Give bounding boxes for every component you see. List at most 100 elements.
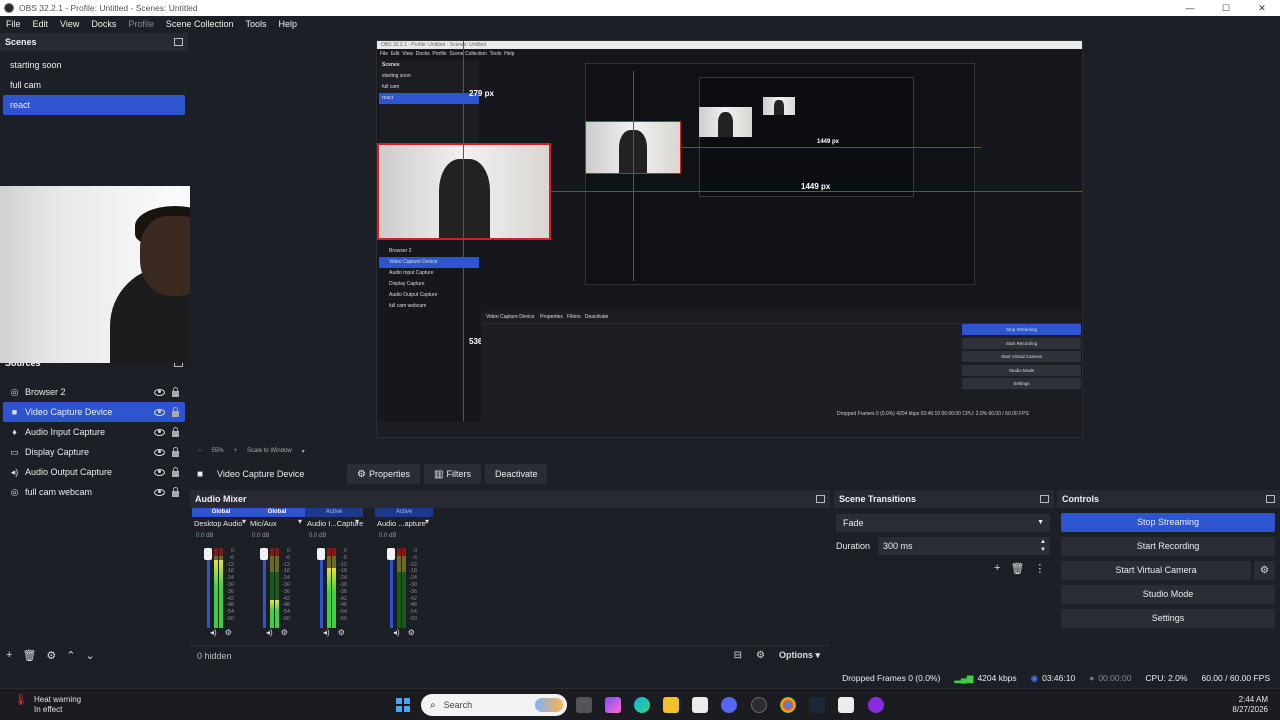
filters-button[interactable]: ▥ Filters <box>424 464 481 484</box>
volume-fader-handle[interactable] <box>204 548 212 560</box>
source-item-full-cam-webcam[interactable]: ◎ full cam webcam <box>3 482 185 502</box>
menu-help[interactable]: Help <box>272 19 303 29</box>
channel-settings-gear-icon[interactable]: ⚙ <box>281 628 288 637</box>
clock-app-icon[interactable] <box>751 697 767 713</box>
menu-view[interactable]: View <box>54 19 85 29</box>
menu-tools[interactable]: Tools <box>239 19 272 29</box>
lock-icon[interactable] <box>172 486 179 497</box>
lock-icon[interactable] <box>172 386 179 397</box>
volume-fader-handle[interactable] <box>387 548 395 560</box>
properties-button[interactable]: ⚙ Properties <box>347 464 420 484</box>
volume-fader-track[interactable] <box>207 548 210 628</box>
volume-fader-handle[interactable] <box>317 548 325 560</box>
lock-icon[interactable] <box>172 466 179 477</box>
lock-icon[interactable] <box>172 426 179 437</box>
mute-speaker-icon[interactable]: ◂) <box>210 628 217 637</box>
trash-icon[interactable]: 🗑 <box>1010 562 1024 575</box>
settings-button[interactable]: Settings <box>1061 609 1275 628</box>
volume-fader-track[interactable] <box>320 548 323 628</box>
add-icon[interactable]: + <box>994 562 1000 575</box>
move-up-icon[interactable]: ⌃ <box>66 649 75 662</box>
start-recording-button[interactable]: Start Recording <box>1061 537 1275 556</box>
menu-scene-collection[interactable]: Scene Collection <box>160 19 240 29</box>
chrome-icon[interactable] <box>780 697 796 713</box>
gear-icon[interactable]: ⚙ <box>46 649 56 662</box>
visibility-eye-icon[interactable] <box>154 408 165 416</box>
chevron-down-icon[interactable]: ▾ <box>425 517 429 526</box>
undock-icon[interactable] <box>1040 495 1049 503</box>
move-down-icon[interactable]: ⌄ <box>86 649 95 662</box>
source-item-audio-output-capture[interactable]: ◂) Audio Output Capture <box>3 462 185 482</box>
undock-icon[interactable] <box>1266 495 1275 503</box>
store-icon[interactable] <box>692 697 708 713</box>
chevron-down-icon[interactable]: ▾ <box>242 517 246 526</box>
layout-toggle-icon[interactable]: ⊟ <box>734 650 742 661</box>
trash-icon[interactable]: 🗑 <box>22 649 36 662</box>
lock-icon[interactable] <box>172 406 179 417</box>
windows-start-icon[interactable] <box>396 698 410 712</box>
mute-speaker-icon[interactable]: ◂) <box>266 628 273 637</box>
visibility-eye-icon[interactable] <box>154 468 165 476</box>
heat-warning-widget[interactable]: 🌡 Heat warning In effect <box>14 695 81 715</box>
studio-mode-button[interactable]: Studio Mode <box>1061 585 1275 604</box>
nested-webcam-selected[interactable] <box>377 143 551 240</box>
edge-icon[interactable] <box>634 697 650 713</box>
visibility-eye-icon[interactable] <box>154 428 165 436</box>
scene-item-full-cam[interactable]: full cam <box>3 75 185 95</box>
steam-icon[interactable] <box>809 697 825 713</box>
scene-item-starting-soon[interactable]: starting soon <box>3 55 185 75</box>
source-item-display-capture[interactable]: ▭ Display Capture <box>3 442 185 462</box>
virtual-camera-settings-gear-icon[interactable]: ⚙ <box>1254 561 1275 580</box>
menu-docks[interactable]: Docks <box>85 19 122 29</box>
scene-item-react[interactable]: react <box>3 95 185 115</box>
more-vertical-icon[interactable]: ⋮ <box>1034 562 1045 575</box>
obs-taskbar-icon[interactable] <box>868 697 884 713</box>
scale-mode-select[interactable]: Scale to Window <box>247 448 292 454</box>
volume-fader-track[interactable] <box>390 548 393 628</box>
maximize-button[interactable]: ☐ <box>1208 0 1244 16</box>
mixer-options-button[interactable]: Options ▾ <box>779 650 820 661</box>
transition-select[interactable]: Fade ▼ <box>836 514 1050 532</box>
start-virtual-camera-button[interactable]: Start Virtual Camera <box>1061 561 1251 580</box>
mute-speaker-icon[interactable]: ◂) <box>393 628 400 637</box>
lock-icon[interactable] <box>172 446 179 457</box>
file-explorer-icon[interactable] <box>663 697 679 713</box>
channel-settings-gear-icon[interactable]: ⚙ <box>225 628 232 637</box>
channel-settings-gear-icon[interactable]: ⚙ <box>338 628 345 637</box>
stop-streaming-button[interactable]: Stop Streaming <box>1061 513 1275 532</box>
add-icon[interactable]: + <box>6 649 12 661</box>
deactivate-button[interactable]: Deactivate <box>484 464 548 484</box>
chevron-down-icon[interactable]: ▾ <box>298 517 302 526</box>
menu-edit[interactable]: Edit <box>27 19 55 29</box>
advanced-audio-icon[interactable]: ⚙ <box>756 650 765 661</box>
task-view-icon[interactable] <box>576 697 592 713</box>
visibility-eye-icon[interactable] <box>154 488 165 496</box>
undock-icon[interactable] <box>816 495 825 503</box>
menu-file[interactable]: File <box>0 19 27 29</box>
taskbar-search[interactable]: ⌕ Search <box>421 694 567 716</box>
undock-icon[interactable] <box>174 38 183 46</box>
volume-fader-track[interactable] <box>263 548 266 628</box>
close-button[interactable]: ✕ <box>1244 0 1280 16</box>
source-item-browser-2[interactable]: ◎ Browser 2 <box>3 382 185 402</box>
copilot-icon[interactable] <box>605 697 621 713</box>
source-item-video-capture-device[interactable]: ■ Video Capture Device <box>3 402 185 422</box>
taskbar-clock[interactable]: 2:44 AM 8/27/2026 <box>1232 695 1268 715</box>
channel-settings-gear-icon[interactable]: ⚙ <box>408 628 415 637</box>
zoom-in-button[interactable]: + <box>234 448 238 454</box>
chevron-down-icon[interactable]: ▾ <box>302 448 305 455</box>
chevron-down-icon[interactable]: ▾ <box>355 517 359 526</box>
volume-fader-handle[interactable] <box>260 548 268 560</box>
nested-obs-preview[interactable]: OBS 32.2.1 - Profile: Untitled - Scenes:… <box>376 40 1083 438</box>
zoom-out-button[interactable]: − <box>198 448 202 454</box>
duration-input[interactable]: 300 ms ▲ ▼ <box>878 537 1050 555</box>
vrchat-icon[interactable] <box>838 697 854 713</box>
menu-profile[interactable]: Profile <box>122 19 160 29</box>
visibility-eye-icon[interactable] <box>154 388 165 396</box>
minimize-button[interactable]: — <box>1172 0 1208 16</box>
source-item-audio-input-capture[interactable]: ♦ Audio Input Capture <box>3 422 185 442</box>
mute-speaker-icon[interactable]: ◂) <box>323 628 330 637</box>
visibility-eye-icon[interactable] <box>154 448 165 456</box>
discord-icon[interactable] <box>721 697 737 713</box>
spinner-icon[interactable]: ▲ ▼ <box>1040 538 1046 554</box>
